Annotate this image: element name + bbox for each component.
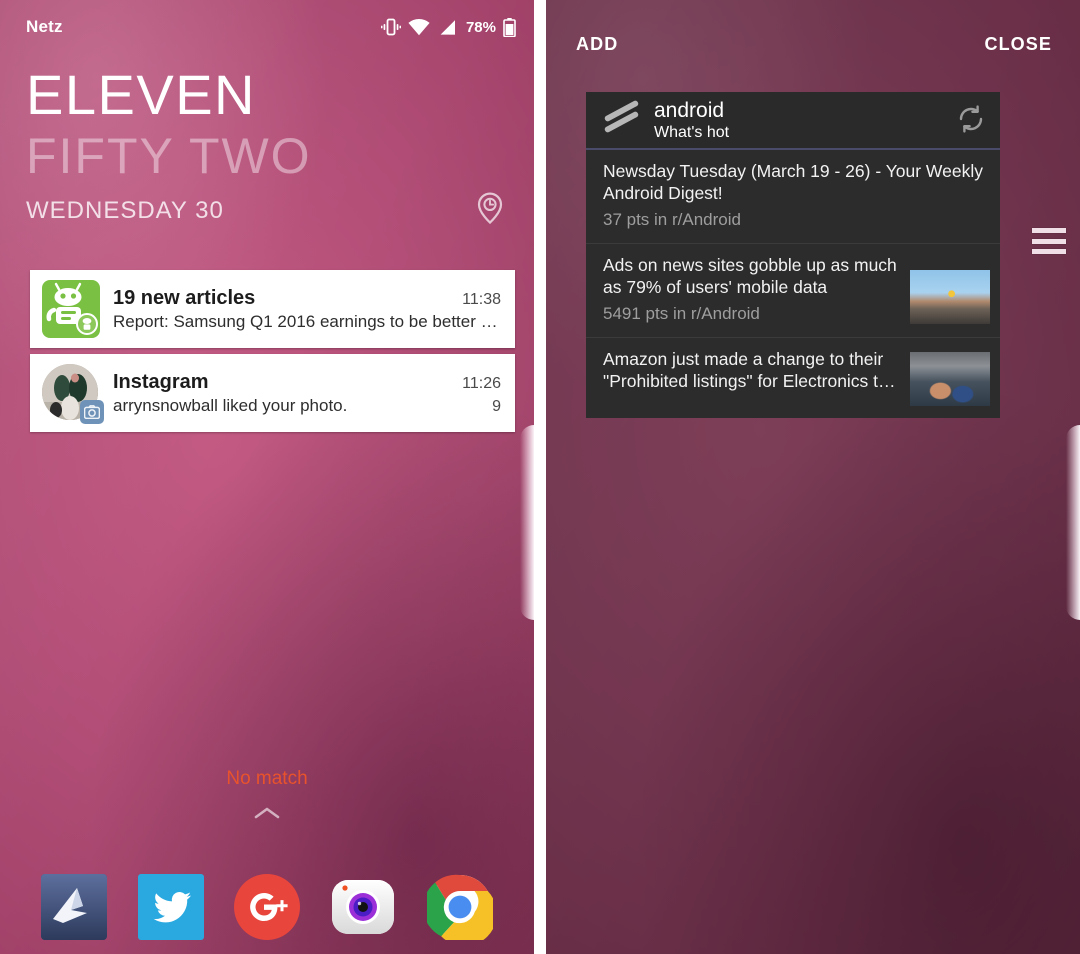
notification-body: 19 new articles 11:38 Report: Samsung Q1… [113,287,501,332]
location-clock-icon[interactable] [476,192,504,229]
dock-item-nova-launcher[interactable] [41,874,108,940]
widget-item-meta: 37 pts in r/Android [603,210,741,229]
dock-item-camera[interactable] [330,874,396,940]
widget-list-item[interactable]: Ads on news sites gobble up as much as 7… [586,244,1000,338]
notification-body: Instagram 11:26 arrynsnowball liked your… [113,371,501,416]
widget-item-text: Amazon just made a change to their "Proh… [586,348,910,392]
notification-subtitle: Report: Samsung Q1 2016 earnings to be b… [113,311,501,331]
widget-item-meta: 5491 pts in r/Android [603,304,760,323]
add-button[interactable]: ADD [576,34,618,55]
app-drawer-handle[interactable] [0,805,534,826]
lockscreen-panel: Netz 78% ELEVEN FIFTY TWO WEDNESDAY 30 1… [0,0,534,954]
reddit-sync-logo-icon [600,96,646,145]
screenshot-stage: Netz 78% ELEVEN FIFTY TWO WEDNESDAY 30 1… [0,0,1080,954]
android-police-icon [42,280,100,338]
vibrate-icon [380,18,401,36]
notification-count: 9 [492,397,501,415]
edge-swipe-handle-left[interactable] [520,425,534,620]
status-bar: Netz 78% [0,0,534,54]
widget-subreddit-name: android [654,98,725,122]
chrome-icon [422,874,497,947]
date-label: WEDNESDAY 30 [26,196,224,224]
hamburger-grip-icon[interactable] [1032,228,1066,254]
notification-card[interactable]: 19 new articles 11:38 Report: Samsung Q1… [30,270,515,348]
dock-item-chrome[interactable] [422,874,497,947]
widget-item-thumbnail [910,270,990,324]
carrier-label: Netz [26,17,63,36]
widget-item-title: Amazon just made a change to their "Proh… [603,349,896,391]
dock-item-twitter[interactable] [137,874,204,940]
widget-item-title: Newsday Tuesday (March 19 - 26) - Your W… [603,161,983,203]
widget-item-title: Ads on news sites gobble up as much as 7… [603,255,897,297]
nova-launcher-icon [41,874,108,940]
notification-time: 11:38 [462,290,501,308]
widget-picker-panel: ADD CLOSE android What's hot Newsday Tue… [546,0,1080,954]
camera-icon [332,880,395,934]
battery-icon [503,17,516,37]
widget-sort-label: What's hot [654,123,730,141]
notification-title: 19 new articles [113,286,256,309]
notification-subtitle: arrynsnowball liked your photo. [113,395,348,415]
instagram-badge-icon [80,400,104,424]
widget-item-text: Newsday Tuesday (March 19 - 26) - Your W… [586,160,1000,231]
widget-header-text: android What's hot [654,99,954,142]
battery-percent: 78% [465,18,496,36]
close-button[interactable]: CLOSE [984,34,1052,55]
widget-preview-card[interactable]: android What's hot Newsday Tuesday (Marc… [586,92,1000,418]
notification-icon [42,280,100,338]
signal-icon [440,19,455,35]
widget-header: android What's hot [586,92,1000,150]
dock-item-google-plus[interactable] [233,874,300,940]
notification-stack: 19 new articles 11:38 Report: Samsung Q1… [30,270,515,432]
widget-picker-toolbar: ADD CLOSE [546,0,1080,88]
clock-minute-words: FIFTY TWO [26,128,312,184]
widget-item-thumbnail [910,352,990,406]
widget-list-item[interactable]: Amazon just made a change to their "Proh… [586,338,1000,418]
clock-hour-words: ELEVEN [26,63,256,126]
dock [0,874,534,947]
search-no-match-label: No match [226,768,308,789]
twitter-icon [137,874,204,940]
notification-icon [42,364,104,424]
notification-card[interactable]: Instagram 11:26 arrynsnowball liked your… [30,354,515,432]
wifi-icon [408,18,430,35]
google-plus-icon [233,874,300,940]
status-icons: 78% [380,17,516,37]
refresh-icon [959,104,983,133]
date-row: WEDNESDAY 30 [26,192,514,229]
notification-time: 11:26 [462,374,501,392]
edge-swipe-handle-right[interactable] [1066,425,1080,620]
refresh-button[interactable] [954,102,988,139]
widget-item-text: Ads on news sites gobble up as much as 7… [586,254,910,325]
chevron-up-icon [254,807,280,819]
notification-title: Instagram [113,370,209,393]
clock-widget[interactable]: ELEVEN FIFTY TWO WEDNESDAY 30 [26,64,514,229]
widget-list-item[interactable]: Newsday Tuesday (March 19 - 26) - Your W… [586,150,1000,244]
